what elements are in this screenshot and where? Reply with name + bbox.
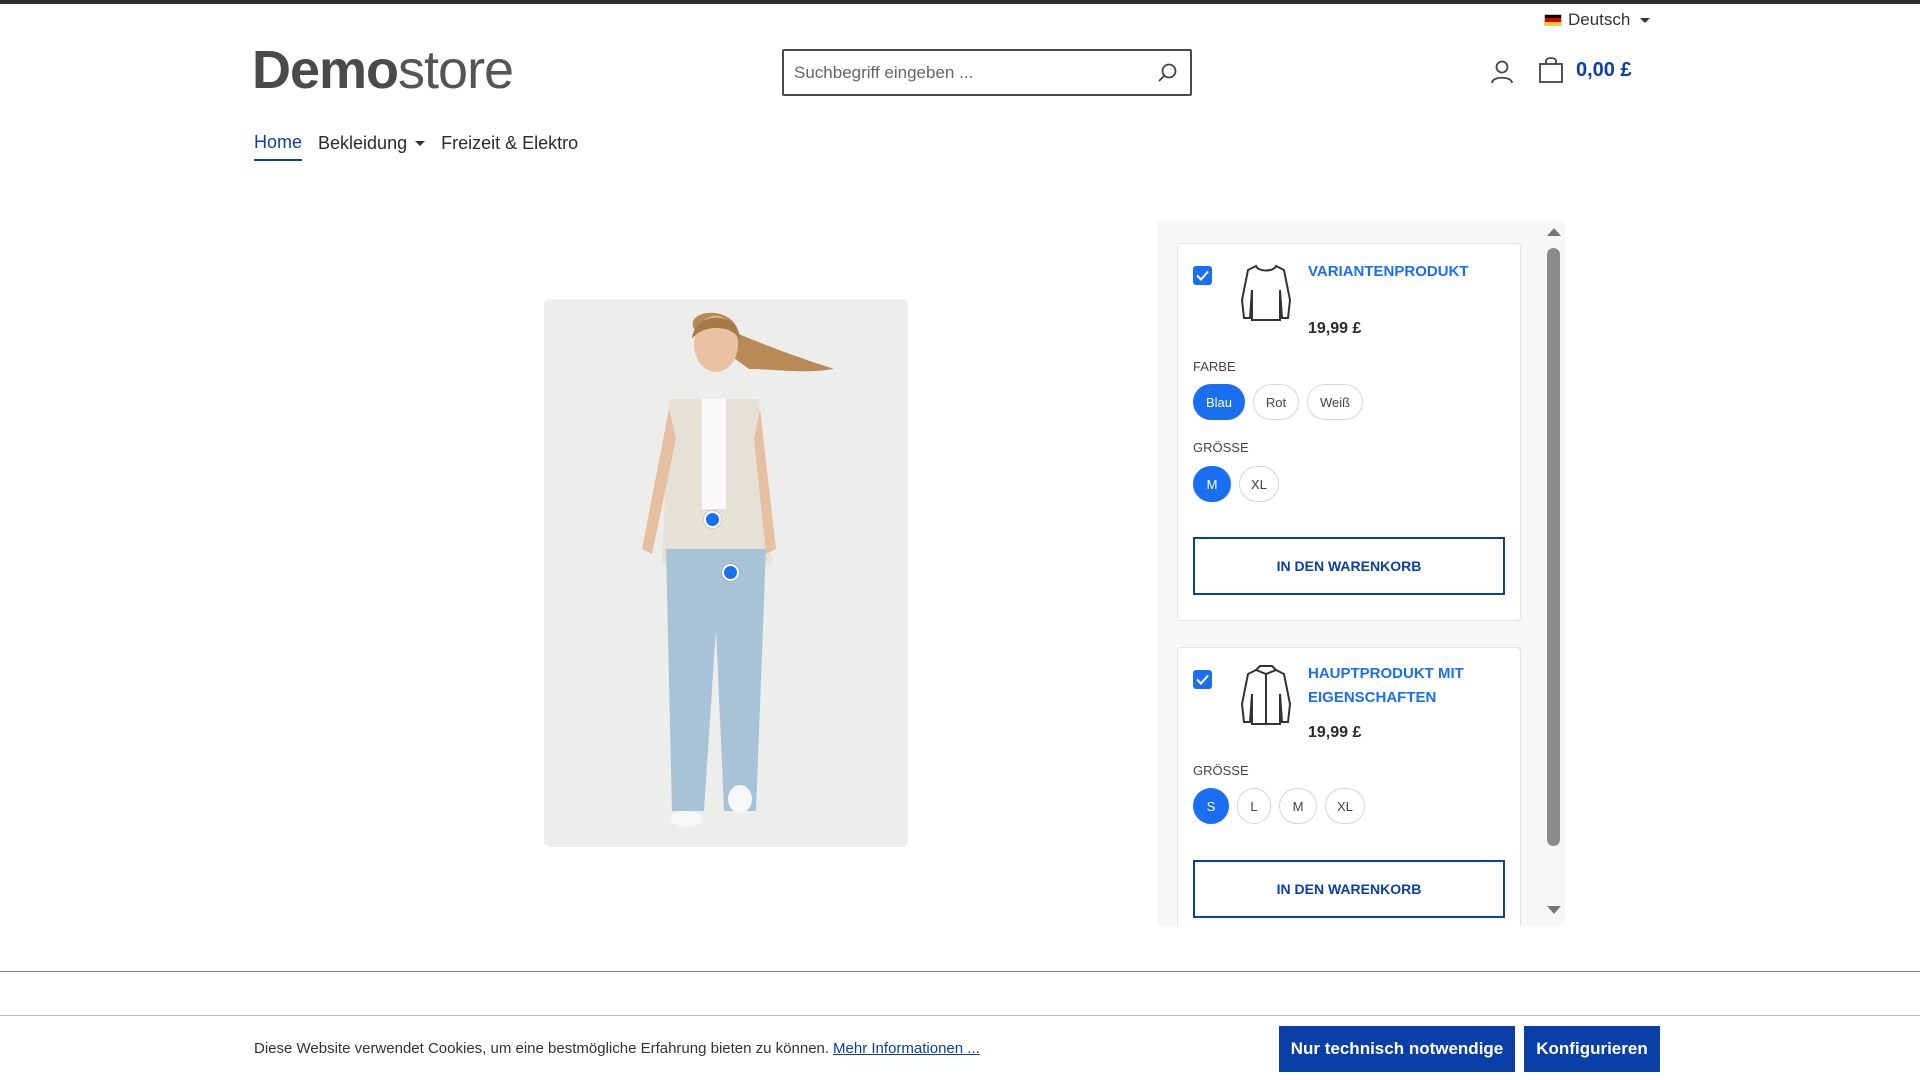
check-icon xyxy=(1196,270,1209,281)
cookie-configure-button[interactable]: Konfigurieren xyxy=(1524,1026,1660,1072)
nav-item-label: Bekleidung xyxy=(318,133,408,153)
option-group-groesse: S L M XL xyxy=(1193,788,1365,824)
chevron-down-icon xyxy=(415,141,426,146)
cart-button[interactable]: 0,00 £ xyxy=(1538,56,1632,84)
product-price: 19,99 £ xyxy=(1308,320,1362,337)
option-size-xl[interactable]: XL xyxy=(1325,788,1365,824)
chevron-down-icon xyxy=(1640,17,1651,23)
add-to-cart-button[interactable]: In den Warenkorb xyxy=(1193,860,1505,918)
nav-item-label: Home xyxy=(254,132,303,152)
logo-bold: Demo xyxy=(252,40,399,100)
account-button[interactable] xyxy=(1488,58,1516,86)
search-icon xyxy=(1158,63,1177,81)
search-button[interactable] xyxy=(1146,51,1190,94)
option-size-m[interactable]: M xyxy=(1279,788,1317,824)
option-label-groesse: Größe xyxy=(1193,763,1249,778)
option-group-groesse: M XL xyxy=(1193,466,1279,502)
sweater-icon xyxy=(1240,264,1292,321)
option-size-s[interactable]: S xyxy=(1193,788,1229,824)
user-icon xyxy=(1491,60,1513,84)
product-image xyxy=(544,299,908,847)
search-input[interactable] xyxy=(784,51,1146,94)
cookie-required-only-button[interactable]: Nur technisch notwendige xyxy=(1279,1026,1515,1072)
jacket-icon xyxy=(1240,665,1292,725)
option-label-farbe: Farbe xyxy=(1193,359,1236,374)
option-size-l[interactable]: L xyxy=(1237,788,1271,824)
store-logo[interactable]: Demostore xyxy=(252,40,514,100)
scroll-down-arrow-icon[interactable] xyxy=(1547,906,1561,914)
scroll-up-arrow-icon[interactable] xyxy=(1547,228,1561,236)
option-rot[interactable]: Rot xyxy=(1253,384,1299,420)
hotspot-vest[interactable] xyxy=(704,511,721,528)
product-card: Variantenprodukt 19,99 £ Farbe Blau Rot … xyxy=(1177,243,1521,621)
nav-item-freizeit-elektro[interactable]: Freizeit & Elektro xyxy=(441,132,578,161)
top-border xyxy=(0,0,1920,4)
product-title[interactable]: Hauptprodukt mit Eigenschaften xyxy=(1308,662,1464,710)
language-selector[interactable]: Deutsch xyxy=(1544,10,1651,30)
product-card: Hauptprodukt mit Eigenschaften 19,99 £ G… xyxy=(1177,647,1521,926)
nav-item-label: Freizeit & Elektro xyxy=(441,133,579,153)
cookie-notice: Diese Website verwendet Cookies, um eine… xyxy=(254,1040,980,1057)
hotspot-jeans[interactable] xyxy=(722,564,739,581)
divider xyxy=(0,1015,1920,1016)
option-label-groesse: Größe xyxy=(1193,440,1249,455)
search-bar xyxy=(782,49,1192,96)
cart-total: 0,00 £ xyxy=(1576,58,1632,81)
add-to-cart-button[interactable]: In den Warenkorb xyxy=(1193,537,1505,595)
shopping-bag-icon xyxy=(1539,57,1563,83)
option-size-m[interactable]: M xyxy=(1193,466,1231,502)
product-price: 19,99 £ xyxy=(1308,724,1362,741)
nav-item-bekleidung[interactable]: Bekleidung xyxy=(318,132,426,161)
product-title-line: Eigenschaften xyxy=(1308,689,1437,706)
product-list-panel: Variantenprodukt 19,99 £ Farbe Blau Rot … xyxy=(1157,220,1565,926)
cookie-more-info-link[interactable]: Mehr Informationen ... xyxy=(833,1040,980,1057)
german-flag-icon xyxy=(1544,14,1562,26)
cookie-text: Diese Website verwendet Cookies, um eine… xyxy=(254,1040,830,1057)
option-size-xl[interactable]: XL xyxy=(1239,466,1279,502)
divider xyxy=(0,971,1920,972)
check-icon xyxy=(1196,674,1209,685)
option-blau[interactable]: Blau xyxy=(1193,384,1245,420)
logo-light: store xyxy=(398,40,514,100)
option-weiss[interactable]: Weiß xyxy=(1307,384,1363,420)
language-label: Deutsch xyxy=(1568,10,1631,29)
scrollbar-thumb[interactable] xyxy=(1547,248,1560,846)
product-checkbox[interactable] xyxy=(1193,266,1212,285)
main-navigation: Home Bekleidung Freizeit & Elektro xyxy=(254,132,578,161)
nav-item-home[interactable]: Home xyxy=(254,132,303,161)
product-title[interactable]: Variantenprodukt xyxy=(1308,260,1469,284)
option-group-farbe: Blau Rot Weiß xyxy=(1193,384,1363,420)
product-title-line: Hauptprodukt mit xyxy=(1308,665,1464,682)
product-checkbox[interactable] xyxy=(1193,670,1212,689)
